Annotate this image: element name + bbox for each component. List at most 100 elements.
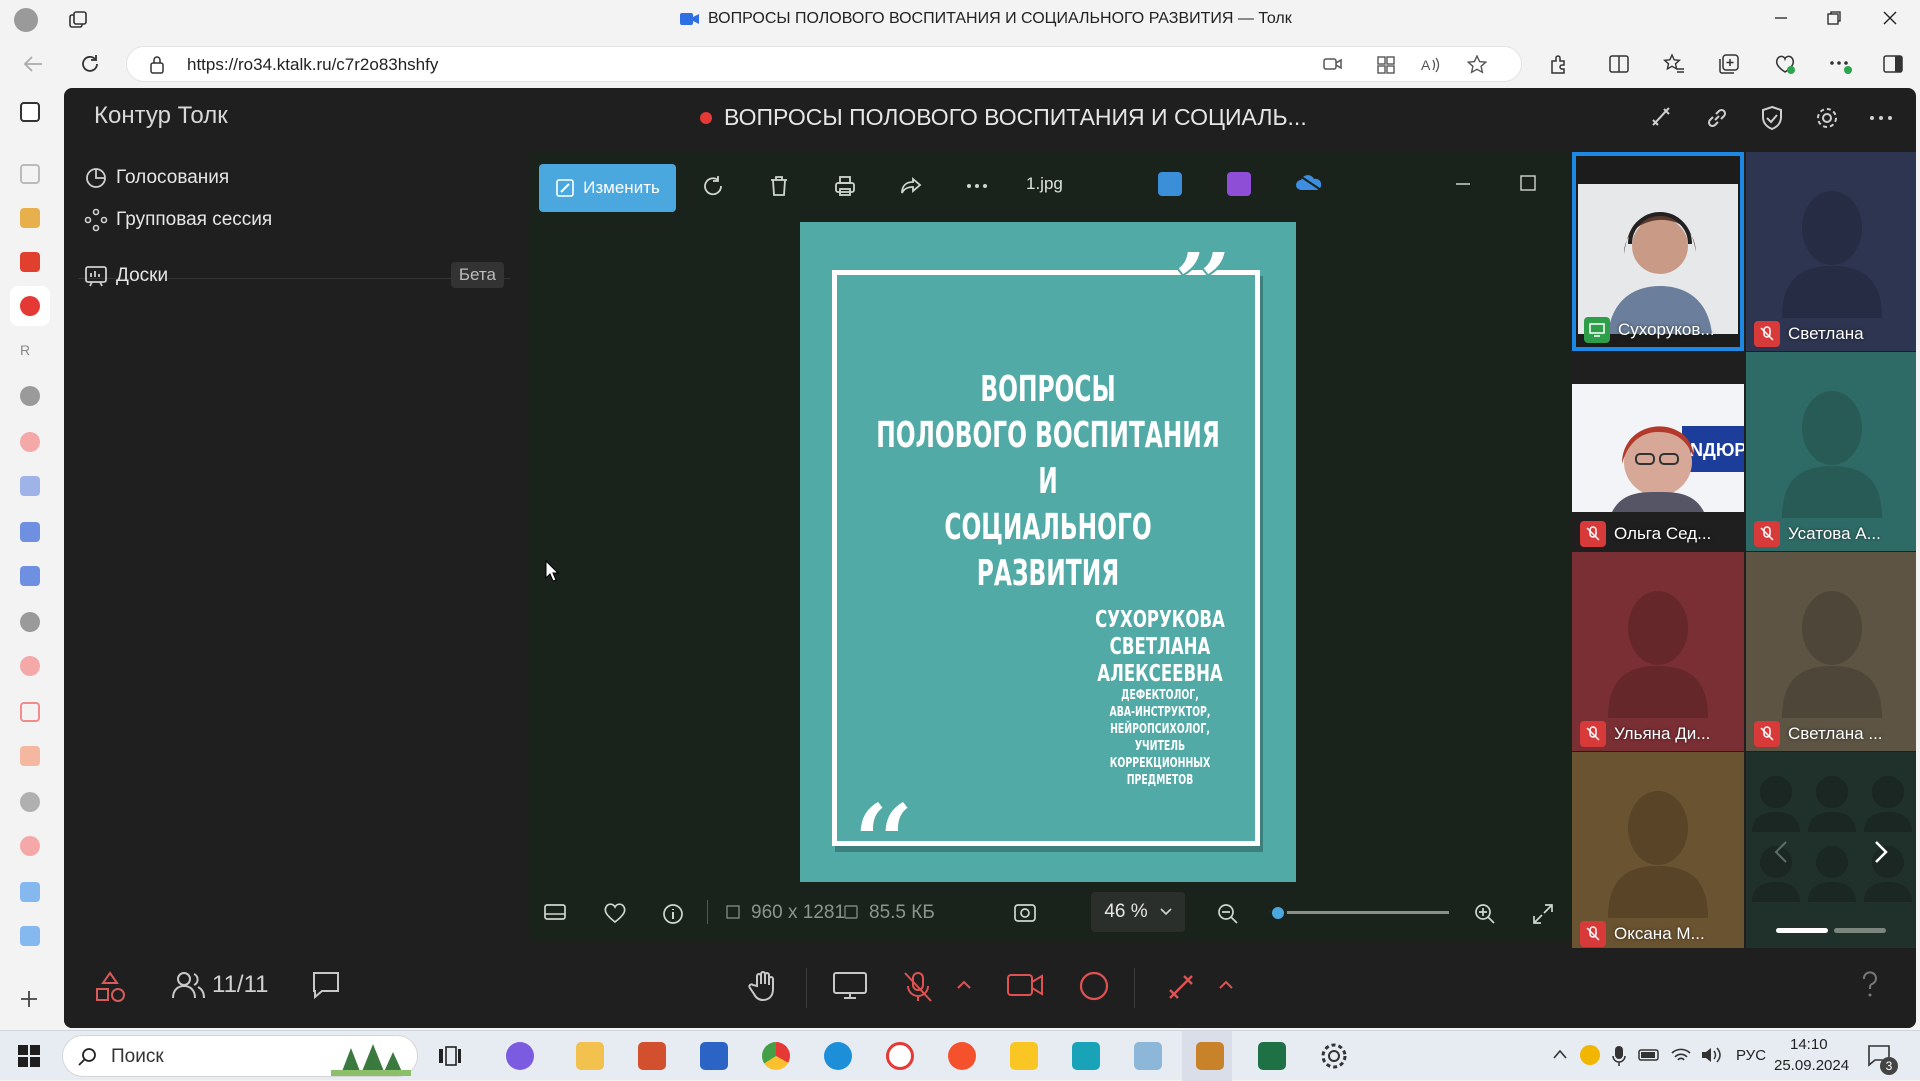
more-participants-tile[interactable] [1746,752,1916,951]
participant-tile[interactable]: Ульяна Ди... [1572,552,1744,751]
camera-in-use-icon[interactable] [1323,56,1343,72]
app-shortcut-icon[interactable] [20,522,40,542]
polls-item[interactable]: Голосования [84,166,229,190]
tray-app-icon[interactable] [1580,1045,1600,1065]
link-icon[interactable] [1704,105,1730,131]
winrar-icon[interactable] [1196,1042,1224,1070]
clock-time[interactable]: 14:10 [1790,1036,1828,1053]
mic-options-chevron-icon[interactable] [957,980,971,990]
fullscreen-icon[interactable] [1531,902,1555,926]
app-icon[interactable] [1010,1042,1038,1070]
end-call-options-chevron-icon[interactable] [1219,980,1233,990]
actual-size-icon[interactable] [1013,902,1037,924]
microphone-tray-icon[interactable] [1612,1045,1626,1067]
excel-icon[interactable] [1258,1042,1286,1070]
photo-app-icon[interactable] [1158,172,1182,196]
app-shortcut-icon[interactable] [20,792,40,812]
zoom-slider[interactable] [1269,904,1449,922]
refresh-icon[interactable] [79,53,101,75]
wifi-icon[interactable] [1670,1045,1692,1065]
app-shortcut-icon[interactable] [20,702,40,722]
app-shortcut-icon[interactable] [20,432,40,452]
delete-icon[interactable] [767,174,791,198]
participant-tile[interactable]: Светлана ... [1746,552,1916,751]
app-icon[interactable] [1072,1042,1100,1070]
yandex-icon[interactable] [948,1042,976,1070]
favorite-star-icon[interactable] [1467,55,1487,75]
filmstrip-icon[interactable] [543,902,567,922]
volume-icon[interactable] [1700,1045,1722,1065]
app-shortcut-icon[interactable] [20,656,40,676]
browser-essentials-icon[interactable] [1774,53,1796,75]
camera-icon[interactable] [1006,970,1044,1000]
edge-icon[interactable] [824,1042,852,1070]
participants-button[interactable]: 11/11 [172,970,269,1000]
yandex-browser-icon[interactable] [886,1042,914,1070]
collections-icon[interactable] [1718,53,1740,75]
zoom-out-icon[interactable] [1216,902,1240,926]
back-icon[interactable] [22,53,44,75]
app-shortcut-icon[interactable] [20,746,40,766]
app-shortcut-icon[interactable]: R [20,342,40,362]
participant-tile[interactable]: Оксана М... [1572,752,1744,951]
sidebar-toggle-icon[interactable] [1882,53,1904,75]
participant-tile[interactable]: Сухоруков... [1572,152,1744,351]
more-icon[interactable] [965,174,989,198]
microphone-muted-icon[interactable] [902,970,934,1004]
viewer-maximize-icon[interactable] [1519,174,1537,192]
battery-icon[interactable] [1638,1047,1662,1063]
app-shortcut-icon[interactable] [20,386,40,406]
settings-icon[interactable] [1320,1042,1348,1070]
rotate-icon[interactable] [701,174,725,198]
viewer-minimize-icon[interactable] [1454,174,1472,192]
edit-button[interactable]: Изменить [539,164,676,212]
security-shield-icon[interactable] [1759,105,1785,131]
assistant-app-icon[interactable] [506,1042,534,1070]
taskbar-search[interactable]: Поиск [62,1035,418,1077]
app-shortcut-icon[interactable] [20,252,40,272]
group-session-item[interactable]: Групповая сессия [84,208,272,232]
screen-share-button-icon[interactable] [832,970,868,1002]
app-shortcut-icon[interactable] [20,208,40,228]
restore-window-icon[interactable] [1826,10,1842,26]
chevron-left-icon[interactable] [1774,840,1788,864]
favorite-heart-icon[interactable] [603,902,627,924]
tab-actions-icon[interactable] [68,10,88,30]
record-button-icon[interactable] [1078,970,1110,1002]
site-info-icon[interactable] [149,56,165,74]
chevron-up-icon[interactable] [1552,1048,1568,1060]
zoom-slider-handle[interactable] [1269,904,1287,922]
favorites-icon[interactable] [1663,53,1685,75]
boards-item[interactable]: Доски [84,264,168,288]
chevron-right-icon[interactable] [1874,840,1888,864]
windows-start-icon[interactable] [18,1045,40,1067]
print-icon[interactable] [833,174,857,198]
settings-more-icon[interactable] [1828,53,1852,75]
url-text[interactable]: https://ro34.ktalk.ru/c7r2o83hshfy [187,55,438,75]
settings-gear-icon[interactable] [1814,105,1840,131]
record-icon[interactable] [20,296,40,316]
url-field[interactable]: https://ro34.ktalk.ru/c7r2o83hshfy A [126,46,1522,82]
read-aloud-icon[interactable]: A [1421,55,1441,75]
split-screen-icon[interactable] [1608,53,1630,75]
participant-tile[interactable]: Усатова А... [1746,352,1916,551]
app-icon[interactable] [1134,1042,1162,1070]
help-icon[interactable] [1858,970,1882,1000]
participant-tile[interactable]: NДЮР Ольга Сед... [1572,352,1744,551]
task-view-icon[interactable] [438,1045,462,1067]
raise-hand-icon[interactable] [748,970,780,1002]
minimize-window-icon[interactable] [1773,10,1789,26]
chat-icon[interactable] [310,970,342,1000]
close-window-icon[interactable] [1882,10,1898,26]
app-shortcut-icon[interactable] [20,612,40,632]
clipchamp-icon[interactable] [1227,172,1251,196]
app-shortcut-icon[interactable] [20,882,40,902]
app-shortcut-icon[interactable] [20,476,40,496]
calendar-icon[interactable] [20,164,40,184]
more-options-icon[interactable] [1868,105,1894,131]
extensions-icon[interactable] [1548,53,1570,75]
tabs-icon[interactable] [20,102,40,122]
participant-tile[interactable]: Светлана [1746,152,1916,351]
chrome-icon[interactable] [762,1042,790,1070]
powerpoint-icon[interactable] [638,1042,666,1070]
